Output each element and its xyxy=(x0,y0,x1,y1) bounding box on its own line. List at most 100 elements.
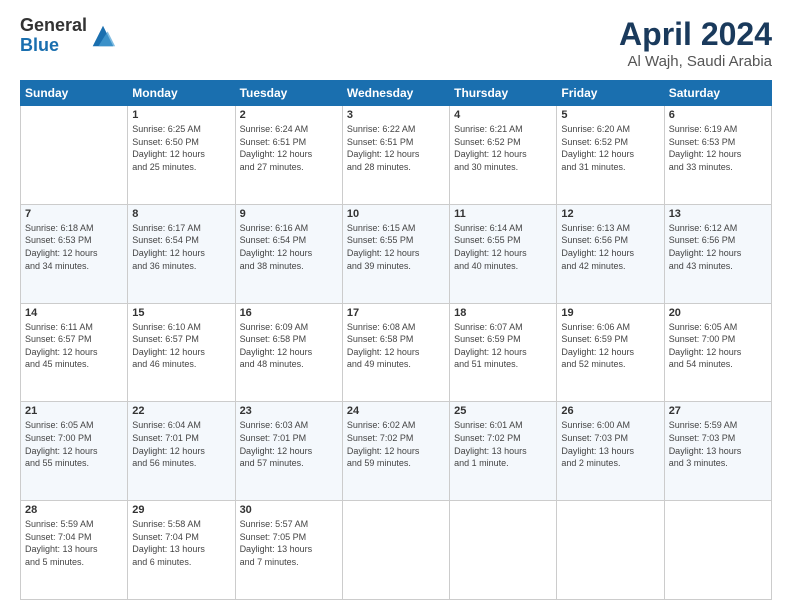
day-info: Sunrise: 6:25 AM Sunset: 6:50 PM Dayligh… xyxy=(132,123,230,173)
day-info: Sunrise: 6:12 AM Sunset: 6:56 PM Dayligh… xyxy=(669,222,767,272)
day-info: Sunrise: 6:00 AM Sunset: 7:03 PM Dayligh… xyxy=(561,419,659,469)
logo-general: General xyxy=(20,16,87,36)
day-number: 22 xyxy=(132,405,230,417)
day-number: 5 xyxy=(561,109,659,121)
day-info: Sunrise: 6:16 AM Sunset: 6:54 PM Dayligh… xyxy=(240,222,338,272)
day-info: Sunrise: 6:19 AM Sunset: 6:53 PM Dayligh… xyxy=(669,123,767,173)
day-number: 27 xyxy=(669,405,767,417)
header-wednesday: Wednesday xyxy=(342,81,449,106)
header-tuesday: Tuesday xyxy=(235,81,342,106)
day-number: 26 xyxy=(561,405,659,417)
day-info: Sunrise: 6:10 AM Sunset: 6:57 PM Dayligh… xyxy=(132,321,230,371)
day-number: 29 xyxy=(132,504,230,516)
day-number: 28 xyxy=(25,504,123,516)
calendar-cell: 10Sunrise: 6:15 AM Sunset: 6:55 PM Dayli… xyxy=(342,204,449,303)
day-info: Sunrise: 6:09 AM Sunset: 6:58 PM Dayligh… xyxy=(240,321,338,371)
calendar-cell: 3 Sunrise: 6:22 AM Sunset: 6:51 PM Daylig… xyxy=(342,106,449,205)
calendar-cell xyxy=(557,501,664,600)
day-number: 15 xyxy=(132,307,230,319)
day-info: Sunrise: 6:08 AM Sunset: 6:58 PM Dayligh… xyxy=(347,321,445,371)
day-info: Sunrise: 6:17 AM Sunset: 6:54 PM Dayligh… xyxy=(132,222,230,272)
calendar-week-2: 7 Sunrise: 6:18 AM Sunset: 6:53 PM Daylig… xyxy=(21,204,772,303)
calendar-week-4: 21 Sunrise: 6:05 AM Sunset: 7:00 PM Dayli… xyxy=(21,402,772,501)
calendar-cell: 6 Sunrise: 6:19 AM Sunset: 6:53 PM Daylig… xyxy=(664,106,771,205)
calendar-cell: 1 Sunrise: 6:25 AM Sunset: 6:50 PM Daylig… xyxy=(128,106,235,205)
day-info: Sunrise: 6:05 AM Sunset: 7:00 PM Dayligh… xyxy=(669,321,767,371)
day-info: Sunrise: 6:02 AM Sunset: 7:02 PM Dayligh… xyxy=(347,419,445,469)
day-info: Sunrise: 6:03 AM Sunset: 7:01 PM Dayligh… xyxy=(240,419,338,469)
calendar-cell xyxy=(664,501,771,600)
calendar-cell xyxy=(21,106,128,205)
calendar-cell: 27 Sunrise: 5:59 AM Sunset: 7:03 PM Dayli… xyxy=(664,402,771,501)
calendar-cell: 19Sunrise: 6:06 AM Sunset: 6:59 PM Dayli… xyxy=(557,303,664,402)
calendar-cell: 23 Sunrise: 6:03 AM Sunset: 7:01 PM Dayli… xyxy=(235,402,342,501)
day-info: Sunrise: 5:59 AM Sunset: 7:03 PM Dayligh… xyxy=(669,419,767,469)
header-sunday: Sunday xyxy=(21,81,128,106)
calendar-cell: 18 Sunrise: 6:07 AM Sunset: 6:59 PM Dayli… xyxy=(450,303,557,402)
day-info: Sunrise: 6:20 AM Sunset: 6:52 PM Dayligh… xyxy=(561,123,659,173)
day-number: 20 xyxy=(669,307,767,319)
logo-blue: Blue xyxy=(20,36,87,56)
day-info: Sunrise: 6:21 AM Sunset: 6:52 PM Dayligh… xyxy=(454,123,552,173)
calendar-cell xyxy=(450,501,557,600)
header: General Blue April 2024 Al Wajh, Saudi A… xyxy=(20,16,772,70)
day-number: 8 xyxy=(132,208,230,220)
calendar-cell xyxy=(342,501,449,600)
header-thursday: Thursday xyxy=(450,81,557,106)
calendar-cell: 14 Sunrise: 6:11 AM Sunset: 6:57 PM Dayli… xyxy=(21,303,128,402)
day-number: 18 xyxy=(454,307,552,319)
calendar-cell: 24 Sunrise: 6:02 AM Sunset: 7:02 PM Dayli… xyxy=(342,402,449,501)
calendar-cell: 15 Sunrise: 6:10 AM Sunset: 6:57 PM Dayli… xyxy=(128,303,235,402)
day-number: 1 xyxy=(132,109,230,121)
logo-icon xyxy=(89,22,117,50)
day-number: 23 xyxy=(240,405,338,417)
calendar-cell: 30Sunrise: 5:57 AM Sunset: 7:05 PM Dayli… xyxy=(235,501,342,600)
calendar-cell: 17 Sunrise: 6:08 AM Sunset: 6:58 PM Dayli… xyxy=(342,303,449,402)
page: General Blue April 2024 Al Wajh, Saudi A… xyxy=(0,0,792,612)
day-info: Sunrise: 6:15 AM Sunset: 6:55 PM Dayligh… xyxy=(347,222,445,272)
day-number: 9 xyxy=(240,208,338,220)
day-info: Sunrise: 6:01 AM Sunset: 7:02 PM Dayligh… xyxy=(454,419,552,469)
calendar-cell: 5 Sunrise: 6:20 AM Sunset: 6:52 PM Daylig… xyxy=(557,106,664,205)
logo: General Blue xyxy=(20,16,117,56)
calendar-cell: 12Sunrise: 6:13 AM Sunset: 6:56 PM Dayli… xyxy=(557,204,664,303)
calendar-cell: 13 Sunrise: 6:12 AM Sunset: 6:56 PM Dayli… xyxy=(664,204,771,303)
day-number: 6 xyxy=(669,109,767,121)
calendar-cell: 29 Sunrise: 5:58 AM Sunset: 7:04 PM Dayli… xyxy=(128,501,235,600)
day-number: 3 xyxy=(347,109,445,121)
logo-text: General Blue xyxy=(20,16,87,56)
month-title: April 2024 xyxy=(619,16,772,53)
day-number: 13 xyxy=(669,208,767,220)
day-number: 21 xyxy=(25,405,123,417)
day-info: Sunrise: 6:11 AM Sunset: 6:57 PM Dayligh… xyxy=(25,321,123,371)
calendar-cell: 28 Sunrise: 5:59 AM Sunset: 7:04 PM Dayli… xyxy=(21,501,128,600)
calendar-cell: 16 Sunrise: 6:09 AM Sunset: 6:58 PM Dayli… xyxy=(235,303,342,402)
day-number: 16 xyxy=(240,307,338,319)
day-info: Sunrise: 5:58 AM Sunset: 7:04 PM Dayligh… xyxy=(132,518,230,568)
day-number: 7 xyxy=(25,208,123,220)
day-number: 2 xyxy=(240,109,338,121)
day-info: Sunrise: 6:22 AM Sunset: 6:51 PM Dayligh… xyxy=(347,123,445,173)
calendar-cell: 25 Sunrise: 6:01 AM Sunset: 7:02 PM Dayli… xyxy=(450,402,557,501)
day-number: 4 xyxy=(454,109,552,121)
day-number: 17 xyxy=(347,307,445,319)
day-info: Sunrise: 6:07 AM Sunset: 6:59 PM Dayligh… xyxy=(454,321,552,371)
calendar-cell: 21 Sunrise: 6:05 AM Sunset: 7:00 PM Dayli… xyxy=(21,402,128,501)
day-number: 24 xyxy=(347,405,445,417)
day-info: Sunrise: 6:04 AM Sunset: 7:01 PM Dayligh… xyxy=(132,419,230,469)
calendar-cell: 20 Sunrise: 6:05 AM Sunset: 7:00 PM Dayli… xyxy=(664,303,771,402)
day-number: 25 xyxy=(454,405,552,417)
calendar-cell: 7 Sunrise: 6:18 AM Sunset: 6:53 PM Daylig… xyxy=(21,204,128,303)
day-info: Sunrise: 5:59 AM Sunset: 7:04 PM Dayligh… xyxy=(25,518,123,568)
calendar-cell: 2Sunrise: 6:24 AM Sunset: 6:51 PM Daylig… xyxy=(235,106,342,205)
day-number: 12 xyxy=(561,208,659,220)
day-info: Sunrise: 6:05 AM Sunset: 7:00 PM Dayligh… xyxy=(25,419,123,469)
calendar-cell: 4 Sunrise: 6:21 AM Sunset: 6:52 PM Daylig… xyxy=(450,106,557,205)
day-info: Sunrise: 5:57 AM Sunset: 7:05 PM Dayligh… xyxy=(240,518,338,568)
day-info: Sunrise: 6:18 AM Sunset: 6:53 PM Dayligh… xyxy=(25,222,123,272)
header-saturday: Saturday xyxy=(664,81,771,106)
day-number: 11 xyxy=(454,208,552,220)
weekday-header-row: Sunday Monday Tuesday Wednesday Thursday… xyxy=(21,81,772,106)
day-number: 14 xyxy=(25,307,123,319)
header-monday: Monday xyxy=(128,81,235,106)
